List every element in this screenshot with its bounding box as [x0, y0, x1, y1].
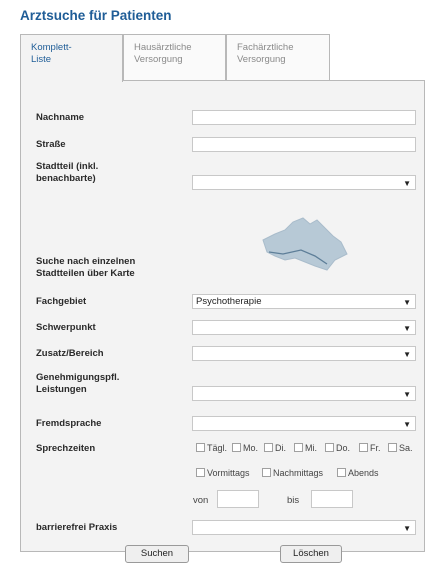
checkbox-box[interactable]	[196, 468, 205, 477]
checkbox-box[interactable]	[262, 468, 271, 477]
checkbox-sa[interactable]: Sa.	[388, 443, 413, 453]
checkbox-box[interactable]	[325, 443, 334, 452]
chevron-down-icon: ▼	[403, 324, 411, 333]
tab-fachaerztliche-versorgung[interactable]: Fachärztliche Versorgung	[226, 34, 330, 80]
checkbox-do[interactable]: Do.	[325, 443, 350, 453]
checkbox-box[interactable]	[294, 443, 303, 452]
checkbox-label: Mi.	[305, 443, 317, 453]
stadtteil-label: Stadtteil (inkl. benachbarte)	[36, 161, 98, 185]
fremdsprache-select[interactable]: ▼	[192, 416, 416, 431]
checkbox-label: Mo.	[243, 443, 259, 453]
fremdsprache-label: Fremdsprache	[36, 418, 102, 429]
checkbox-label: Do.	[336, 443, 351, 453]
checkbox-label: Di.	[275, 443, 286, 453]
checkbox-di[interactable]: Di.	[264, 443, 286, 453]
bis-time-input[interactable]	[311, 490, 353, 508]
checkbox-box[interactable]	[196, 443, 205, 452]
hamburg-map-icon[interactable]	[255, 212, 355, 274]
checkbox-label: Fr.	[370, 443, 381, 453]
von-label: von	[193, 495, 209, 506]
checkbox-box[interactable]	[232, 443, 241, 452]
bis-label: bis	[287, 495, 300, 506]
chevron-down-icon: ▼	[403, 420, 411, 429]
chevron-down-icon: ▼	[403, 524, 411, 533]
tab-label-line1: Fachärztliche	[237, 42, 294, 53]
page-title: Arztsuche für Patienten	[20, 8, 172, 23]
barrierefrei-label: barrierefrei Praxis	[36, 522, 118, 533]
checkbox-box[interactable]	[337, 468, 346, 477]
checkbox-box[interactable]	[359, 443, 368, 452]
zusatz-label: Zusatz/Bereich	[36, 348, 104, 359]
chevron-down-icon: ▼	[403, 390, 411, 399]
checkbox-mi[interactable]: Mi.	[294, 443, 317, 453]
leistungen-label-line2: Leistungen	[36, 384, 87, 395]
strasse-input[interactable]	[192, 137, 416, 152]
schwerpunkt-select[interactable]: ▼	[192, 320, 416, 335]
checkbox-box[interactable]	[388, 443, 397, 452]
tab-label-line1: Hausärztliche	[134, 42, 192, 53]
tab-label-line2: Liste	[31, 54, 52, 65]
stadtteil-label-line1: Stadtteil (inkl.	[36, 161, 99, 172]
fachgebiet-select[interactable]: Psychotherapie ▼	[192, 294, 416, 309]
stadtteil-select[interactable]: ▼	[192, 175, 416, 190]
zusatz-select[interactable]: ▼	[192, 346, 416, 361]
checkbox-taegl[interactable]: Tägl.	[196, 443, 227, 453]
checkbox-mo[interactable]: Mo.	[232, 443, 258, 453]
loeschen-button[interactable]: Löschen	[280, 545, 342, 563]
checkbox-label: Nachmittags	[273, 468, 324, 478]
tab-hausaerztliche-versorgung[interactable]: Hausärztliche Versorgung	[123, 34, 226, 80]
nachname-label: Nachname	[36, 112, 85, 123]
checkbox-vormittags[interactable]: Vormittags	[196, 468, 250, 478]
leistungen-label-line1: Genehmigungspfl.	[36, 372, 120, 383]
karte-label: Suche nach einzelnen Stadtteilen über Ka…	[36, 256, 135, 280]
strasse-label: Straße	[36, 139, 66, 150]
checkbox-abends[interactable]: Abends	[337, 468, 379, 478]
chevron-down-icon: ▼	[403, 179, 411, 188]
fachgebiet-label: Fachgebiet	[36, 296, 87, 307]
checkbox-label: Vormittags	[207, 468, 250, 478]
stadtteil-label-line2: benachbarte)	[36, 173, 96, 184]
karte-label-line1: Suche nach einzelnen	[36, 256, 136, 267]
tab-komplett-liste[interactable]: Komplett- Liste	[20, 34, 123, 82]
chevron-down-icon: ▼	[403, 350, 411, 359]
karte-label-line2: Stadtteilen über Karte	[36, 268, 135, 279]
tab-label-line2: Versorgung	[134, 54, 183, 65]
von-time-input[interactable]	[217, 490, 259, 508]
leistungen-label: Genehmigungspfl. Leistungen	[36, 372, 119, 396]
checkbox-box[interactable]	[264, 443, 273, 452]
checkbox-label: Abends	[348, 468, 379, 478]
schwerpunkt-label: Schwerpunkt	[36, 322, 96, 333]
suchen-button[interactable]: Suchen	[125, 545, 189, 563]
checkbox-label: Sa.	[399, 443, 413, 453]
fachgebiet-select-value: Psychotherapie	[196, 296, 262, 307]
chevron-down-icon: ▼	[403, 298, 411, 307]
checkbox-nachmittags[interactable]: Nachmittags	[262, 468, 323, 478]
nachname-input[interactable]	[192, 110, 416, 125]
barrierefrei-select[interactable]: ▼	[192, 520, 416, 535]
sprechzeiten-label: Sprechzeiten	[36, 443, 96, 454]
checkbox-label: Tägl.	[207, 443, 228, 453]
tab-label-line1: Komplett-	[31, 42, 72, 53]
leistungen-select[interactable]: ▼	[192, 386, 416, 401]
tab-label-line2: Versorgung	[237, 54, 286, 65]
checkbox-fr[interactable]: Fr.	[359, 443, 381, 453]
